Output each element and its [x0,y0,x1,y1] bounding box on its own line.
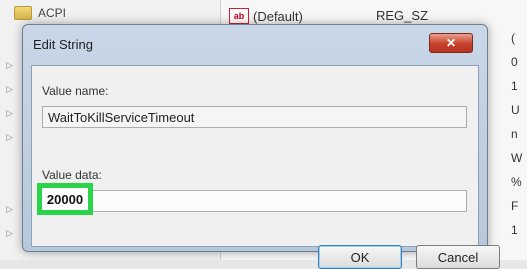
value-row-default[interactable]: ab (Default) [229,8,303,24]
expand-arrow-icon[interactable]: ▷ [6,132,16,143]
value-name-label: Value name: [42,84,109,98]
value-data-highlight[interactable]: 20000 [37,183,93,215]
value-data-field[interactable] [42,190,467,212]
expand-arrow-icon[interactable]: ▷ [6,204,16,215]
ok-button[interactable]: OK [318,245,402,269]
value-name-field[interactable]: WaitToKillServiceTimeout [42,106,467,128]
value-type: REG_SZ [376,8,429,23]
dialog-client-area: Value name: WaitToKillServiceTimeout Val… [31,65,500,269]
right-char: W [511,151,523,165]
cancel-button[interactable]: Cancel [416,245,500,269]
right-char: F [511,199,519,213]
close-icon: ✕ [445,36,457,50]
right-char: 0 [511,55,518,69]
dialog-title: Edit String [33,37,93,52]
edit-string-dialog: Edit String ✕ Value name: WaitToKillServ… [22,24,500,269]
right-column-text: ( 0 1 U n W % F 1 [511,26,523,242]
tree-item-label: ACPI [38,6,67,20]
expand-arrow-icon[interactable]: ▷ [6,228,16,239]
value-name: (Default) [253,8,303,24]
right-char: 1 [511,79,518,93]
expand-arrow-icon[interactable]: ▷ [6,108,16,119]
value-data-text: 20000 [46,191,84,207]
value-data-label: Value data: [42,168,102,182]
right-char: ( [511,31,515,45]
expand-arrow-icon[interactable]: ▷ [6,60,16,71]
right-char: U [511,103,520,117]
close-button[interactable]: ✕ [429,33,473,53]
right-char: n [511,127,518,141]
folder-icon [14,6,32,20]
expand-arrow-icon[interactable]: ▷ [6,84,16,95]
tree-item-acpi[interactable]: ACPI [6,4,206,22]
right-char: 1 [511,223,518,237]
right-char: % [511,175,522,189]
string-value-icon: ab [229,8,249,24]
